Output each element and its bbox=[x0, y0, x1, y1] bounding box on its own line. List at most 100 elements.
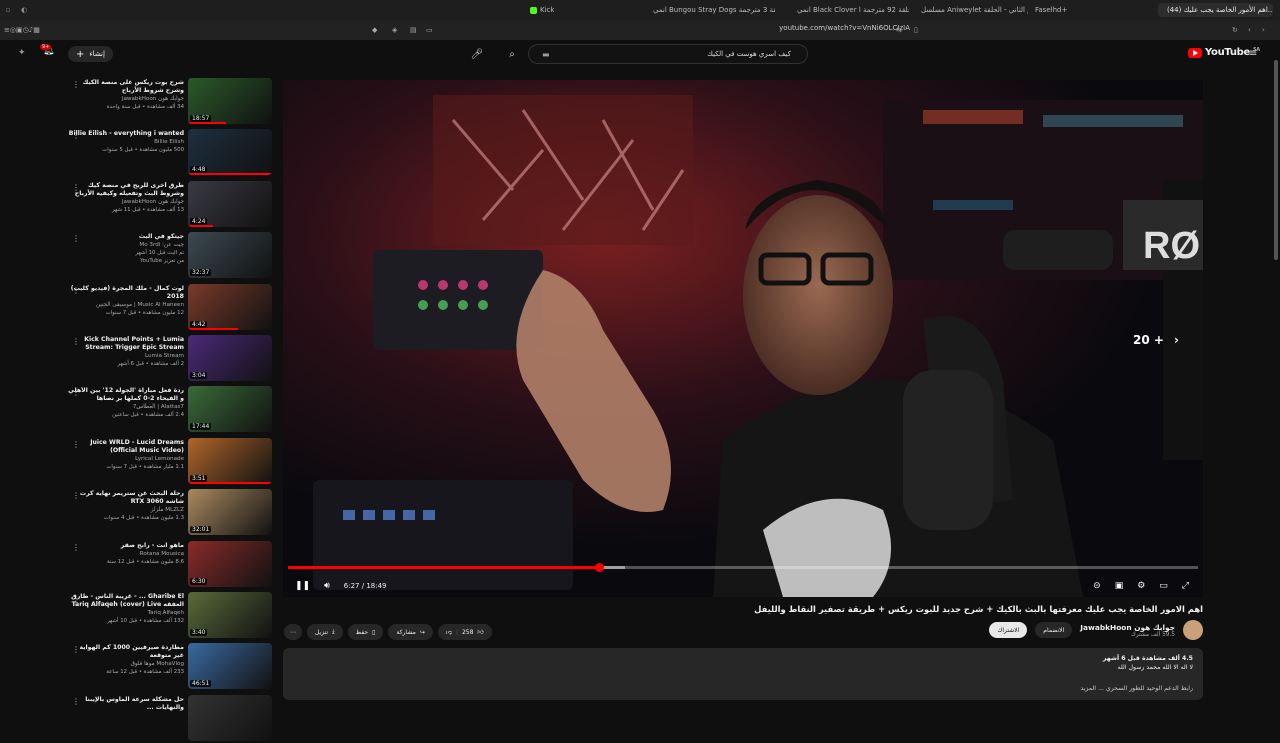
rec-title[interactable]: رحلة البحث عن ستريمر نهاية كرت شاشة RTX … bbox=[68, 490, 184, 506]
rec-title[interactable]: لوت كمال - ملك المجرة (فيديو كليب) 2018 bbox=[68, 285, 184, 301]
search-button[interactable]: ⌕ bbox=[502, 45, 522, 63]
recommendation-item[interactable]: ⋮ طرق أخرى للربح في منصة كيك وشروط البث … bbox=[62, 180, 272, 229]
rec-thumbnail[interactable]: 4:42 bbox=[188, 283, 272, 330]
rec-thumbnail[interactable]: 46:51 bbox=[188, 643, 272, 690]
voice-search-button[interactable]: 🎤︎ bbox=[467, 45, 487, 63]
rec-title[interactable]: جيتكو في البث bbox=[68, 233, 184, 241]
fullscreen-icon[interactable]: ⤢ bbox=[1182, 581, 1189, 591]
account-avatar-icon[interactable]: ✦ bbox=[18, 48, 26, 58]
rec-thumbnail[interactable]: 3:40 bbox=[188, 592, 272, 638]
channel-avatar[interactable] bbox=[1183, 620, 1203, 640]
join-button[interactable]: الانضمام bbox=[1035, 622, 1073, 638]
recommendation-item[interactable]: ⋮ رحلة البحث عن ستريمر نهاية كرت شاشة RT… bbox=[62, 489, 272, 537]
create-button[interactable]: + إنشاء bbox=[68, 46, 113, 62]
adblock-icon[interactable]: ◆ bbox=[372, 26, 377, 34]
url-field[interactable]: youtube.com/watch?v=VnNi6OLCIzIA bbox=[720, 24, 910, 36]
rec-thumbnail[interactable]: 17:44 bbox=[188, 386, 272, 433]
workspace-icon[interactable]: ◐ bbox=[16, 6, 32, 14]
settings-icon[interactable]: ⚙ bbox=[1137, 581, 1145, 591]
rec-thumbnail[interactable]: 4:24 bbox=[188, 180, 272, 227]
recommendation-item[interactable]: ⋮ ردة فعل مباراة 'الجولة 12' بين الأهلي … bbox=[62, 386, 272, 434]
tab-0[interactable]: Faselhd+ bbox=[1035, 3, 1067, 17]
rec-thumbnail[interactable]: 3:04 bbox=[188, 335, 272, 381]
tab-4[interactable]: Kick bbox=[530, 3, 554, 17]
forward-icon[interactable]: › bbox=[1262, 26, 1265, 34]
subscribe-button[interactable]: الاشتراك bbox=[989, 622, 1028, 638]
tab-2[interactable]: انمي Black Clover الحلقة 92 مترجمة ا... bbox=[794, 3, 909, 17]
rec-channel[interactable]: جوابك هون JawabkHoon bbox=[68, 198, 184, 206]
recommendation-item[interactable]: ⋮ Kick Channel Points + Lumia Stream: Tr… bbox=[62, 335, 272, 383]
bookmark-icon[interactable]: ▯ bbox=[914, 26, 918, 34]
back-icon[interactable]: ‹ bbox=[1248, 26, 1251, 34]
rec-channel[interactable]: Rotana Mousica bbox=[68, 550, 184, 558]
rec-thumbnail[interactable]: 3:51 bbox=[188, 437, 272, 484]
video-player[interactable]: RØ 20 + › ❚❚ 🔊︎ 6:27 / 18:49 ⊝ ▣ ⚙ ▭ ⤢ bbox=[283, 80, 1203, 597]
reader-icon[interactable]: ▤ bbox=[410, 26, 417, 34]
recommendation-item[interactable]: ⋮ Juice WRLD - Lucid Dreams (Official Mu… bbox=[62, 437, 272, 486]
recommendation-item[interactable]: ⋮ ماهو انت - رابح صقر Rotana Mousica 8.6… bbox=[62, 540, 272, 589]
rec-title[interactable]: ماهو انت - رابح صقر bbox=[68, 542, 184, 550]
recommendation-item[interactable]: ⋮ Billie Eilish - everything i wanted Bi… bbox=[62, 129, 272, 177]
captions-icon[interactable]: ▣ bbox=[1115, 581, 1124, 591]
window-menu-icon[interactable]: ▫ bbox=[0, 6, 16, 14]
rec-channel[interactable]: Tariq Alfaqeh bbox=[68, 609, 184, 617]
recommendation-item[interactable]: ⋮ Gharibe El ... - غريبة الناس - طارق ال… bbox=[62, 592, 272, 640]
rec-channel[interactable]: جيت عن: Mo 3rdi bbox=[68, 241, 184, 249]
pause-icon[interactable]: ❚❚ bbox=[295, 581, 310, 591]
miniplayer-icon[interactable]: ▭ bbox=[1159, 581, 1168, 591]
channel-name[interactable]: جوابك هون JawabkHoon bbox=[1080, 623, 1175, 632]
rec-thumbnail[interactable]: 32:01 bbox=[188, 489, 272, 536]
recommendation-item[interactable]: ⋮ مطاردة صيرفيين 1000 كم الهواية غير متو… bbox=[62, 643, 272, 691]
rec-title[interactable]: طرق أخرى للربح في منصة كيك وشروط البث وت… bbox=[68, 182, 184, 198]
recommendation-item[interactable]: ⋮ حل مشكلة سرعة الماوس بالإيبنا والنهايا… bbox=[62, 694, 272, 743]
sidebar-icon[interactable]: ▣ bbox=[16, 26, 23, 34]
rec-thumbnail[interactable]: 6:30 bbox=[188, 540, 272, 587]
tab-3[interactable]: انمي Bungou Stray Dogs الحلقة 3 مترجمة bbox=[650, 3, 775, 17]
save-button[interactable]: حفظ ▯ bbox=[347, 624, 384, 640]
rec-title[interactable]: حل مشكلة سرعة الماوس بالإيبنا والنهايات … bbox=[68, 696, 184, 712]
rec-channel[interactable]: MLZLZ ملزلز bbox=[68, 506, 184, 514]
page-scrollbar[interactable] bbox=[1274, 60, 1278, 260]
rec-channel[interactable]: Lumia Stream bbox=[68, 352, 184, 360]
keyboard-icon[interactable]: ▬ bbox=[542, 50, 550, 59]
rec-channel[interactable]: Billie Eilish bbox=[68, 138, 184, 146]
dislike-icon[interactable]: 👎︎ bbox=[446, 628, 452, 636]
reload-icon[interactable]: ↻ bbox=[1232, 26, 1238, 34]
progress-bar[interactable] bbox=[288, 563, 1198, 572]
rec-title[interactable]: Kick Channel Points + Lumia Stream: Trig… bbox=[68, 336, 184, 352]
tab-5-active[interactable]: (44) اهم الأمور الخاصة يجب عليك... bbox=[1158, 3, 1273, 17]
rec-title[interactable]: ردة فعل مباراة 'الجولة 12' بين الأهلي و … bbox=[68, 387, 184, 403]
share-button[interactable]: مشاركة ↪ bbox=[388, 624, 433, 640]
pip-icon[interactable]: ▭ bbox=[426, 26, 433, 34]
recommendation-item[interactable]: ⋮ جيتكو في البث جيت عن: Mo 3rdi تم البث … bbox=[62, 232, 272, 280]
rec-channel[interactable]: جوابك هون JawabkHoon bbox=[68, 95, 184, 103]
notifications-button[interactable]: 🔔︎ 9+ bbox=[40, 44, 54, 56]
site-settings-icon[interactable]: ⇆ bbox=[896, 26, 902, 34]
extensions-icon[interactable]: ▦ bbox=[33, 26, 40, 34]
download-button[interactable]: تنزيل ⤓ bbox=[307, 624, 343, 640]
recommendation-item[interactable]: ⋮ لوت كمال - ملك المجرة (فيديو كليب) 201… bbox=[62, 283, 272, 332]
rec-title[interactable]: مطاردة صيرفيين 1000 كم الهواية غير متوقع… bbox=[68, 644, 184, 660]
volume-icon[interactable]: 🔊︎ bbox=[324, 581, 330, 591]
like-icon[interactable]: 👍︎ bbox=[477, 628, 483, 636]
autoplay-toggle-icon[interactable]: ⊝ bbox=[1093, 581, 1101, 591]
guide-menu-icon[interactable]: ≡ bbox=[1249, 48, 1257, 59]
rec-title[interactable]: Billie Eilish - everything i wanted bbox=[68, 130, 184, 138]
more-actions-button[interactable]: ⋯ bbox=[284, 624, 302, 640]
extension-icon[interactable]: ◈ bbox=[392, 26, 397, 34]
rec-thumbnail[interactable]: 4:48 bbox=[188, 129, 272, 176]
rec-channel[interactable]: Alattas7 | العطاس7 bbox=[68, 403, 184, 411]
tab-1[interactable]: مسلسل Aniweylet الموسم الثاني - الحلقة bbox=[918, 3, 1028, 17]
recommendation-item[interactable]: ⋮ شرح بوت ريكس على منصة الكيك وشرح شروط … bbox=[62, 78, 272, 126]
search-input[interactable]: كيف اسري هوست في الكيك bbox=[528, 44, 808, 64]
rec-title[interactable]: Juice WRLD - Lucid Dreams (Official Musi… bbox=[68, 439, 184, 455]
rec-channel[interactable]: Music Al Haneen | موسيقى الحنين bbox=[68, 301, 184, 309]
rec-title[interactable]: شرح بوت ريكس على منصة الكيك وشرح شروط ال… bbox=[68, 79, 184, 95]
rec-channel[interactable]: Lyrical Lemonade bbox=[68, 455, 184, 463]
rec-thumbnail[interactable]: 32:37 bbox=[188, 232, 272, 279]
rec-channel[interactable]: MohaVlog موها فلوق bbox=[68, 660, 184, 668]
scrubber-handle[interactable] bbox=[595, 563, 605, 572]
description-box[interactable]: 4.5 ألف مشاهدة قبل 6 أشهر لا اله الا الل… bbox=[283, 648, 1203, 700]
description-more[interactable]: رابط الدعم الوحيد للطور السحري ... المزي… bbox=[293, 684, 1193, 693]
skip-forward-button[interactable]: 20 + › bbox=[1133, 333, 1179, 347]
